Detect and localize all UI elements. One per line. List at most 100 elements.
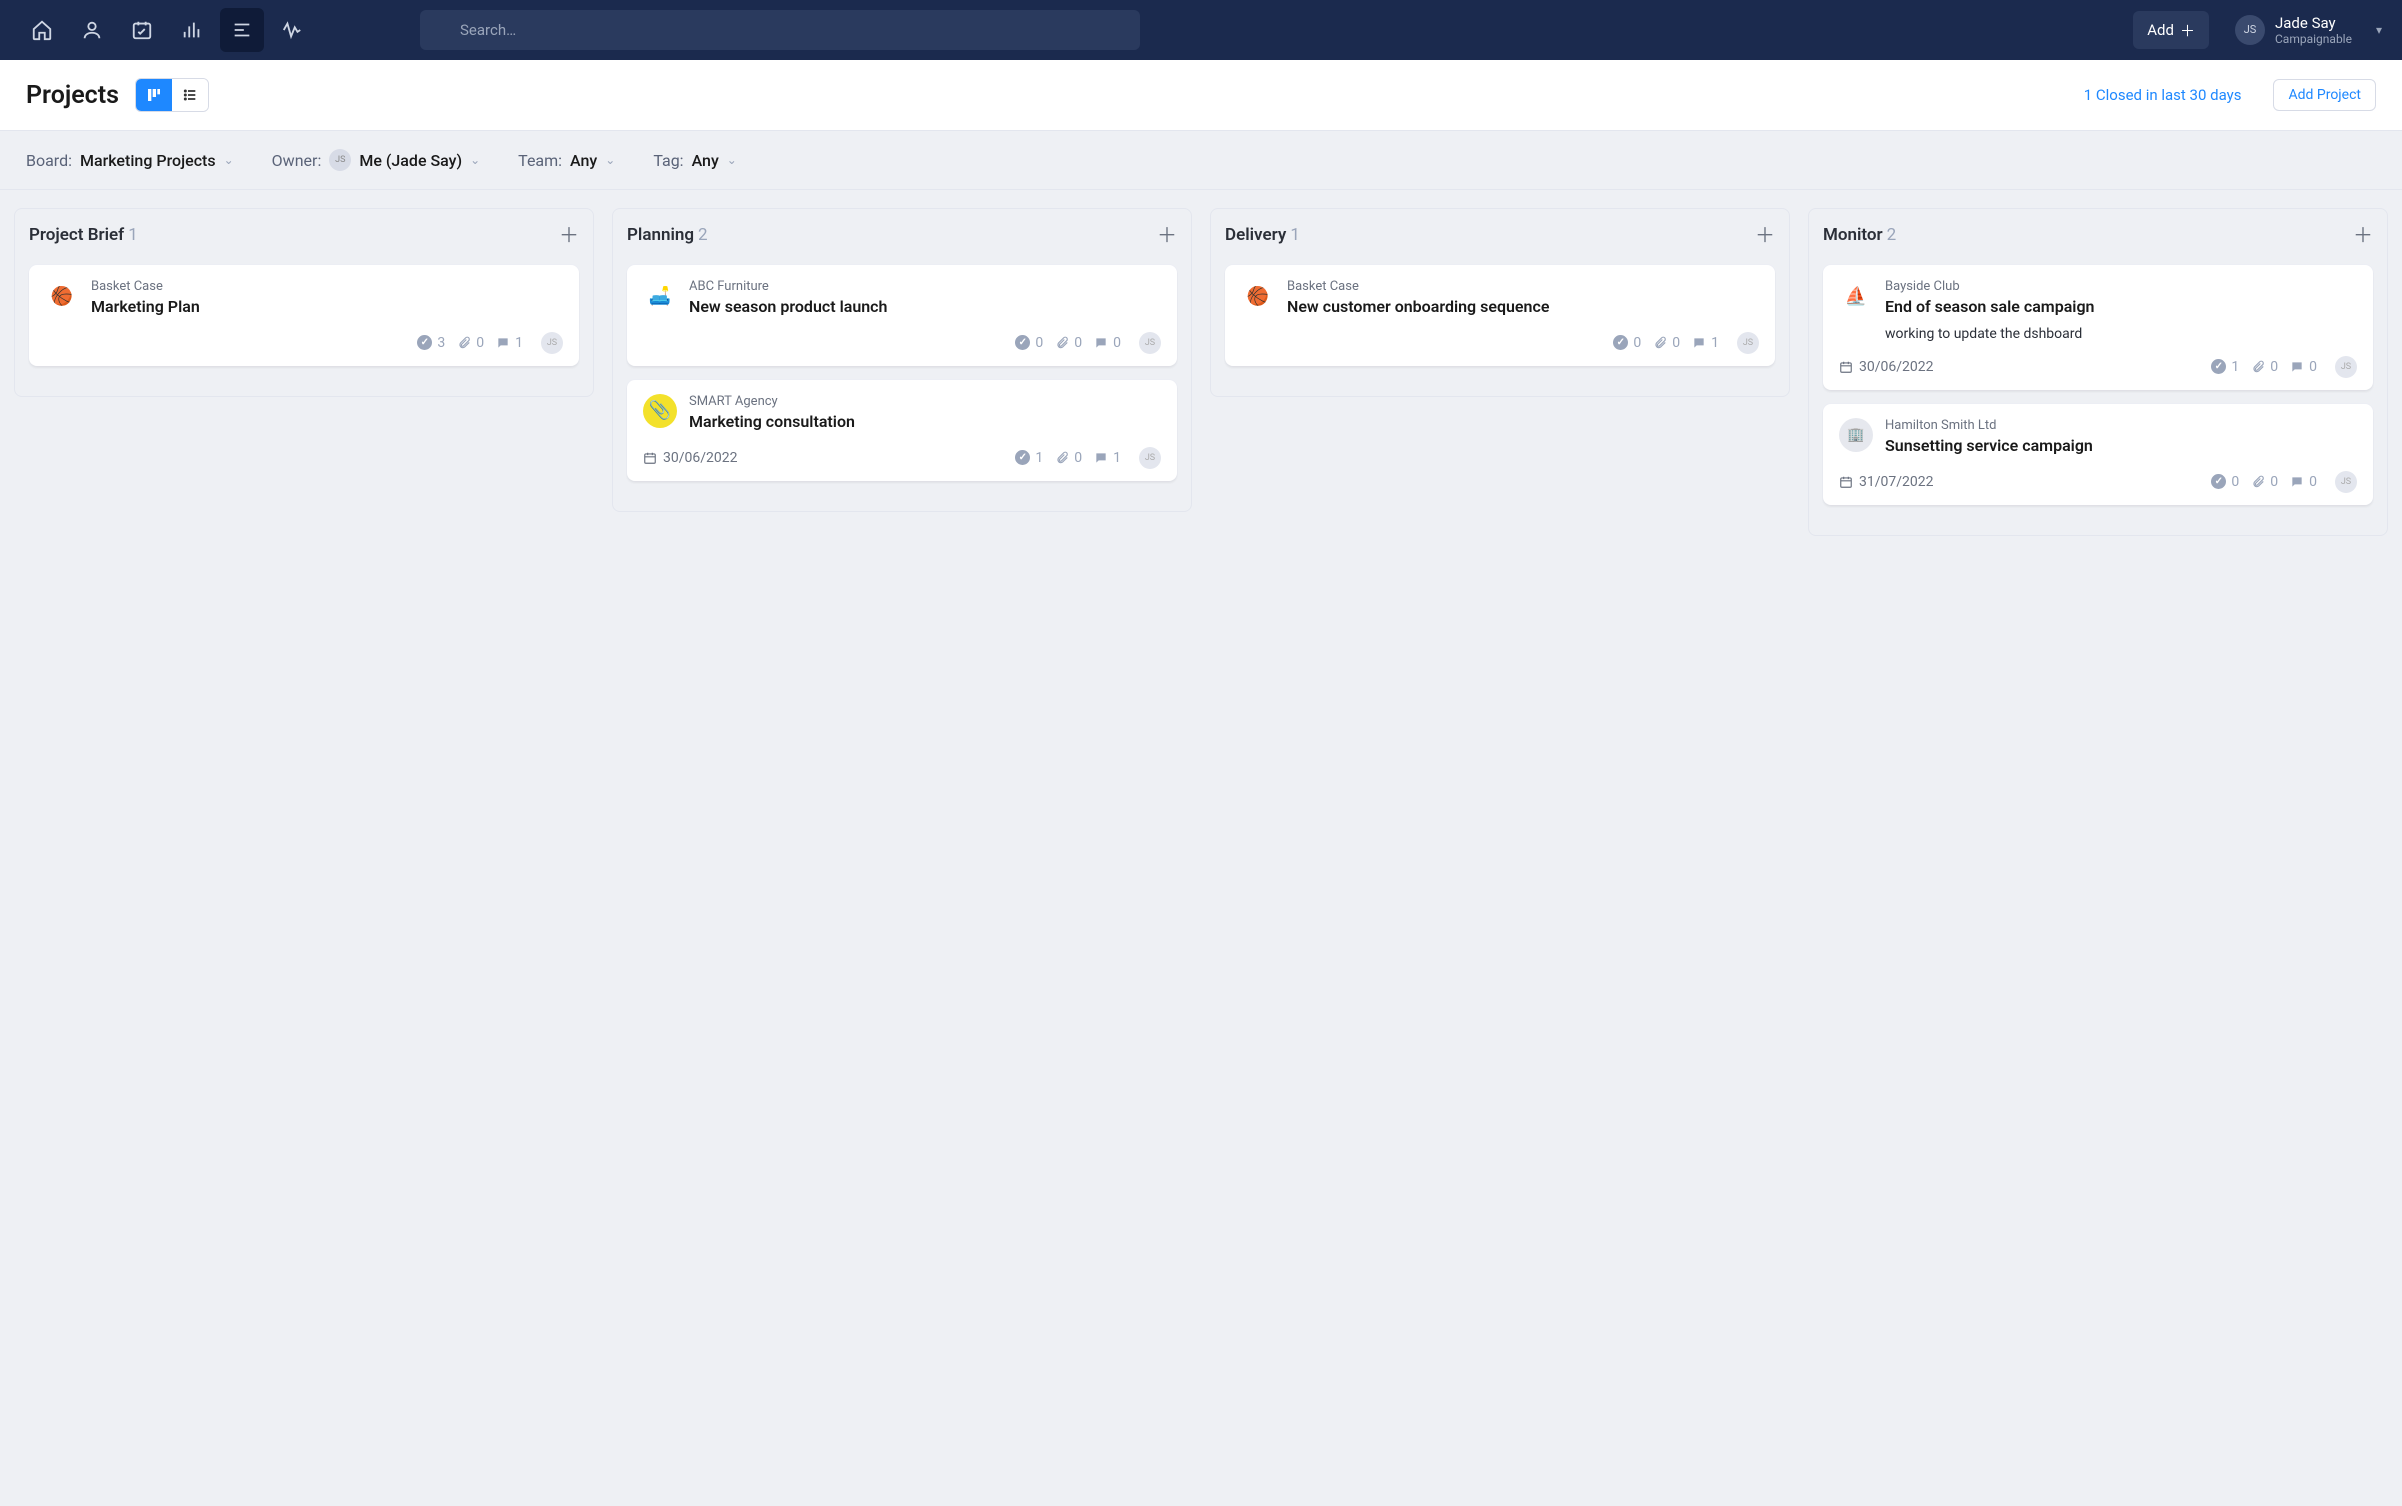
view-list-button[interactable]: [172, 79, 208, 111]
filter-bar: Board: Marketing Projects ⌄ Owner: JS Me…: [0, 131, 2402, 190]
column-planning: Planning2 ＋ 🛋️ ABC Furniture New season …: [612, 208, 1192, 512]
page-title: Projects: [26, 81, 119, 110]
check-icon: [417, 335, 432, 350]
attachments-metric: 0: [457, 335, 484, 351]
chevron-down-icon: ⌄: [727, 153, 737, 167]
client-name: Basket Case: [1287, 279, 1759, 294]
client-name: Bayside Club: [1885, 279, 2357, 294]
project-card[interactable]: 🏀 Basket Case Marketing Plan 3 0 1 JS: [29, 265, 579, 366]
project-card[interactable]: 🏢 Hamilton Smith Ltd Sunsetting service …: [1823, 404, 2373, 505]
chevron-down-icon: ⌄: [224, 153, 234, 167]
checks-metric: 0: [1613, 335, 1641, 351]
add-button-label: Add: [2147, 21, 2174, 39]
top-navbar: Add ＋ JS Jade Say Campaignable ▾: [0, 0, 2402, 60]
column-project-brief: Project Brief1 ＋ 🏀 Basket Case Marketing…: [14, 208, 594, 397]
card-title: New customer onboarding sequence: [1287, 297, 1759, 318]
client-icon: 📎: [643, 394, 677, 428]
filter-board[interactable]: Board: Marketing Projects ⌄: [26, 149, 234, 171]
card-date: 31/07/2022: [1839, 474, 1934, 490]
plus-icon: ＋: [2180, 20, 2195, 41]
client-icon: ⛵: [1839, 279, 1873, 313]
view-board-button[interactable]: [136, 79, 172, 111]
card-title: Marketing consultation: [689, 412, 1161, 433]
user-org: Campaignable: [2275, 32, 2352, 46]
board-icon[interactable]: [220, 8, 264, 52]
comments-metric: 1: [496, 335, 523, 351]
column-title: Delivery1: [1225, 225, 1300, 245]
checks-metric: 1: [1015, 450, 1043, 466]
check-icon: [2211, 359, 2226, 374]
card-title: Marketing Plan: [91, 297, 563, 318]
calendar-check-icon[interactable]: [120, 8, 164, 52]
column-add-button[interactable]: ＋: [1755, 225, 1775, 245]
page-header: Projects 1 Closed in last 30 days Add Pr…: [0, 60, 2402, 131]
user-avatar: JS: [2235, 15, 2265, 45]
column-add-button[interactable]: ＋: [1157, 225, 1177, 245]
project-card[interactable]: 🛋️ ABC Furniture New season product laun…: [627, 265, 1177, 366]
view-switch: [135, 78, 209, 112]
attachments-metric: 0: [2251, 359, 2278, 375]
comments-metric: 1: [1692, 335, 1719, 351]
card-description: working to update the dshboard: [1885, 326, 2357, 342]
client-name: Hamilton Smith Ltd: [1885, 418, 2357, 433]
card-date: 30/06/2022: [1839, 359, 1934, 375]
client-icon: 🏢: [1839, 418, 1873, 452]
person-icon[interactable]: [70, 8, 114, 52]
assignee-avatar: JS: [1139, 447, 1161, 469]
client-icon: 🛋️: [643, 279, 677, 313]
column-title: Project Brief1: [29, 225, 138, 245]
checks-metric: 3: [417, 335, 445, 351]
comments-metric: 0: [2290, 359, 2317, 375]
project-card[interactable]: ⛵ Bayside Club End of season sale campai…: [1823, 265, 2373, 390]
client-name: SMART Agency: [689, 394, 1161, 409]
bar-chart-icon[interactable]: [170, 8, 214, 52]
checks-metric: 1: [2211, 359, 2239, 375]
assignee-avatar: JS: [2335, 356, 2357, 378]
add-button[interactable]: Add ＋: [2133, 11, 2209, 49]
checks-metric: 0: [1015, 335, 1043, 351]
check-icon: [2211, 474, 2226, 489]
client-icon: 🏀: [1241, 279, 1275, 313]
check-icon: [1015, 450, 1030, 465]
check-icon: [1613, 335, 1628, 350]
filter-owner[interactable]: Owner: JS Me (Jade Say) ⌄: [272, 149, 481, 171]
search-input[interactable]: [420, 10, 1140, 50]
home-icon[interactable]: [20, 8, 64, 52]
attachments-metric: 0: [2251, 474, 2278, 490]
card-title: Sunsetting service campaign: [1885, 436, 2357, 457]
attachments-metric: 0: [1055, 450, 1082, 466]
card-title: New season product launch: [689, 297, 1161, 318]
user-name: Jade Say: [2275, 14, 2352, 32]
assignee-avatar: JS: [541, 332, 563, 354]
column-add-button[interactable]: ＋: [559, 225, 579, 245]
search-box: [420, 10, 1140, 50]
chevron-down-icon: ⌄: [470, 153, 480, 167]
comments-metric: 0: [2290, 474, 2317, 490]
client-name: Basket Case: [91, 279, 563, 294]
client-icon: 🏀: [45, 279, 79, 313]
card-date: 30/06/2022: [643, 450, 738, 466]
filter-team[interactable]: Team: Any ⌄: [518, 149, 615, 171]
kanban-board: Project Brief1 ＋ 🏀 Basket Case Marketing…: [0, 190, 2402, 554]
checks-metric: 0: [2211, 474, 2239, 490]
owner-avatar: JS: [329, 149, 351, 171]
attachments-metric: 0: [1055, 335, 1082, 351]
column-delivery: Delivery1 ＋ 🏀 Basket Case New customer o…: [1210, 208, 1790, 397]
project-card[interactable]: 📎 SMART Agency Marketing consultation 30…: [627, 380, 1177, 481]
activity-icon[interactable]: [270, 8, 314, 52]
column-add-button[interactable]: ＋: [2353, 225, 2373, 245]
column-title: Monitor2: [1823, 225, 1896, 245]
user-menu[interactable]: JS Jade Say Campaignable ▾: [2235, 14, 2382, 46]
project-card[interactable]: 🏀 Basket Case New customer onboarding se…: [1225, 265, 1775, 366]
client-name: ABC Furniture: [689, 279, 1161, 294]
card-title: End of season sale campaign: [1885, 297, 2357, 318]
check-icon: [1015, 335, 1030, 350]
closed-in-30-days-link[interactable]: 1 Closed in last 30 days: [2084, 86, 2242, 104]
filter-tag[interactable]: Tag: Any ⌄: [653, 149, 737, 171]
comments-metric: 1: [1094, 450, 1121, 466]
assignee-avatar: JS: [2335, 471, 2357, 493]
chevron-down-icon: ⌄: [605, 153, 615, 167]
add-project-button[interactable]: Add Project: [2273, 79, 2376, 111]
column-monitor: Monitor2 ＋ ⛵ Bayside Club End of season …: [1808, 208, 2388, 536]
chevron-down-icon: ▾: [2376, 23, 2382, 37]
